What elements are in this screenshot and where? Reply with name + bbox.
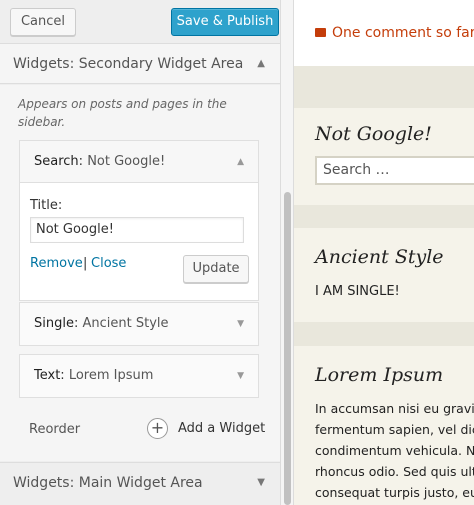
widget-header-search[interactable]: Search: Not Google! ▲ [20,141,258,183]
cancel-button[interactable]: Cancel [10,8,76,36]
save-publish-button[interactable]: Save & Publish [171,8,279,36]
plus-circle-icon: + [147,418,168,439]
expand-arrow-icon[interactable]: ▼ [257,463,265,503]
post-meta-strip: One comment so far [294,0,474,66]
widget-area-description: Appears on posts and pages in the sideba… [18,97,227,129]
customizer-sidebar: Cancel Save & Publish Widgets: Secondary… [0,0,280,505]
comments-link-text: One comment so far [332,25,474,41]
title-input[interactable]: Not Google! [30,217,244,243]
site-preview: One comment so far Not Google! Search … … [294,0,474,505]
widget-title: Not Google! [87,154,166,169]
chevron-up-icon[interactable]: ▲ [237,141,244,183]
paragraph-line: condimentum vehicula. Nu [315,443,474,458]
preview-search-widget: Not Google! Search … [294,108,474,205]
section-title: Widgets: Secondary Widget Area [13,56,244,72]
section-title: Widgets: Main Widget Area [13,475,203,491]
paragraph-line: consequat turpis justo, eu [315,485,474,500]
widget-heading: Not Google! [315,123,432,145]
widget-heading: Lorem Ipsum [315,364,444,386]
update-button[interactable]: Update [183,255,249,283]
widget-heading: Ancient Style [315,246,444,268]
widget-single[interactable]: Single: Ancient Style ▼ [19,302,259,346]
widget-search: Search: Not Google! ▲ Title: Not Google!… [19,140,259,301]
customizer-header: Cancel Save & Publish [0,0,280,44]
close-link[interactable]: Close [91,256,126,271]
chevron-down-icon[interactable]: ▼ [237,355,244,397]
widget-body-text: I AM SINGLE! [315,284,400,299]
title-label: Title: [30,198,63,213]
reorder-link[interactable]: Reorder [29,422,80,437]
widget-title: Ancient Style [82,316,169,331]
sidebar-scrollbar[interactable] [280,0,294,505]
widget-type: Single [34,316,74,331]
link-separator: | [83,256,88,271]
paragraph-line: rhoncus odio. Sed quis ulti [315,464,474,479]
paragraph-line: fermentum sapien, vel dic [315,422,474,437]
comment-bubble-icon [315,28,326,37]
widget-title: Lorem Ipsum [68,368,154,383]
add-widget-label: Add a Widget [178,421,266,436]
widget-text[interactable]: Text: Lorem Ipsum ▼ [19,354,259,398]
secondary-widget-panel: Appears on posts and pages in the sideba… [0,85,280,461]
section-secondary-widget-area[interactable]: Widgets: Secondary Widget Area ▲ [0,44,280,84]
remove-link[interactable]: Remove [30,256,83,271]
section-main-widget-area[interactable]: Widgets: Main Widget Area ▼ [0,462,280,502]
collapse-arrow-icon[interactable]: ▲ [257,44,265,84]
widget-header-text[interactable]: Text: Lorem Ipsum ▼ [20,355,258,397]
widget-type: Text [34,368,61,383]
preview-text-widget: Lorem Ipsum In accumsan nisi eu gravi fe… [294,346,474,505]
chevron-down-icon[interactable]: ▼ [237,303,244,345]
scrollbar-thumb[interactable] [284,192,291,505]
widget-type: Search [34,154,79,169]
widget-header-single[interactable]: Single: Ancient Style ▼ [20,303,258,345]
comments-link[interactable]: One comment so far [315,25,474,41]
paragraph-line: In accumsan nisi eu gravi [315,401,474,416]
preview-single-widget: Ancient Style I AM SINGLE! [294,228,474,322]
search-input[interactable]: Search … [315,156,474,185]
widget-paragraph: In accumsan nisi eu gravi fermentum sapi… [315,398,474,503]
widget-form: Title: Not Google! Remove | Close Update [20,183,258,300]
